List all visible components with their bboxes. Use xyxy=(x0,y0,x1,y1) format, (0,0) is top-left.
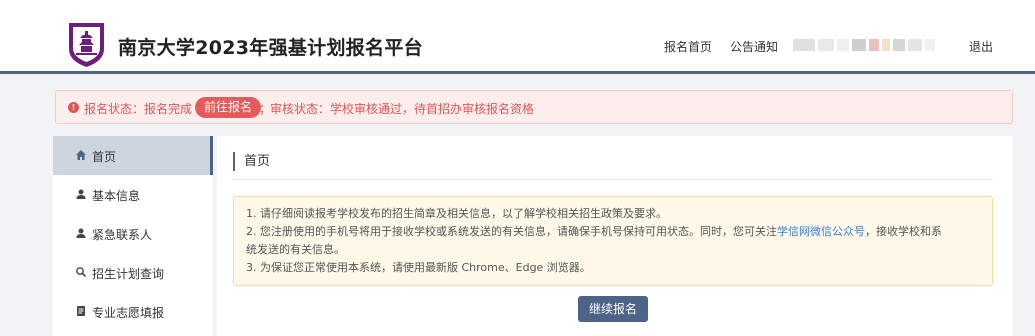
search-icon xyxy=(76,267,87,278)
top-header: 南京大学2023年强基计划报名平台 报名首页 公告通知 退出 xyxy=(0,0,1035,74)
form-icon xyxy=(77,306,85,316)
sidebar-item-label: 招生计划查询 xyxy=(92,267,165,281)
notice-box: 1. 请仔细阅读报考学校发布的招生简章及相关信息，以了解学校相关招生政策及要求。… xyxy=(233,196,993,286)
page-title: 首页 xyxy=(233,152,270,171)
user-icon xyxy=(76,189,86,199)
continue-signup-button[interactable]: 继续报名 xyxy=(578,296,648,322)
notice-line-2-tail: ，接收学校和系 xyxy=(865,225,942,238)
sidebar-item-home[interactable]: 首页 xyxy=(53,136,213,175)
sidebar-menu: 首页 基本信息 紧急联系人 招生计划查询 专业志愿填报 xyxy=(53,136,213,336)
alert-icon: ! xyxy=(68,102,79,113)
review-status-text: 审核状态：学校审核通过，待首招办审核报名资格 xyxy=(270,102,535,116)
user-icon xyxy=(76,228,86,238)
wechat-account-link[interactable]: 学信网微信公众号 xyxy=(777,225,865,238)
sidebar-item-plan-query[interactable]: 招生计划查询 xyxy=(53,253,213,292)
main-panel: 首页 1. 请仔细阅读报考学校发布的招生简章及相关信息，以了解学校相关招生政策及… xyxy=(217,136,1013,336)
title-divider xyxy=(233,179,993,180)
sidebar-item-emergency-contact[interactable]: 紧急联系人 xyxy=(53,214,213,253)
sidebar-item-label: 紧急联系人 xyxy=(92,228,153,242)
sidebar-item-label: 首页 xyxy=(92,150,117,164)
nav-notice-link[interactable]: 公告通知 xyxy=(730,38,778,55)
sidebar-item-label: 基本信息 xyxy=(92,189,141,203)
sidebar-item-label: 专业志愿填报 xyxy=(92,306,165,320)
goto-signup-button[interactable]: 前往报名 xyxy=(195,97,262,118)
notice-line-2: 2. 您注册使用的手机号将用于接收学校或系统发送的有关信息，请确保手机号保持可用… xyxy=(246,223,942,240)
home-icon xyxy=(76,150,86,160)
logout-link[interactable]: 退出 xyxy=(969,38,993,55)
notice-line-1: 1. 请仔细阅读报考学校发布的招生简章及相关信息，以了解学校相关招生政策及要求。 xyxy=(246,207,667,220)
notice-line-4: 3. 为保证您正常使用本系统，请使用最新版 Chrome、Edge 浏览器。 xyxy=(246,261,591,274)
site-title: 南京大学2023年强基计划报名平台 xyxy=(118,37,423,59)
university-logo xyxy=(69,23,104,67)
signup-status-text: 报名状态：报名完成 xyxy=(84,102,193,116)
sidebar-item-basic-info[interactable]: 基本信息 xyxy=(53,175,213,214)
nav-home-link[interactable]: 报名首页 xyxy=(664,38,712,55)
blurred-user-info xyxy=(793,38,935,52)
notice-line-2-text: 2. 您注册使用的手机号将用于接收学校或系统发送的有关信息，请确保手机号保持可用… xyxy=(246,225,777,238)
status-alert: ! 报名状态：报名完成 前往报名 ； 审核状态：学校审核通过，待首招办审核报名资… xyxy=(55,90,1013,124)
sidebar-item-major-preference[interactable]: 专业志愿填报 xyxy=(53,292,213,331)
notice-line-3: 统发送的有关信息。 xyxy=(246,243,345,256)
